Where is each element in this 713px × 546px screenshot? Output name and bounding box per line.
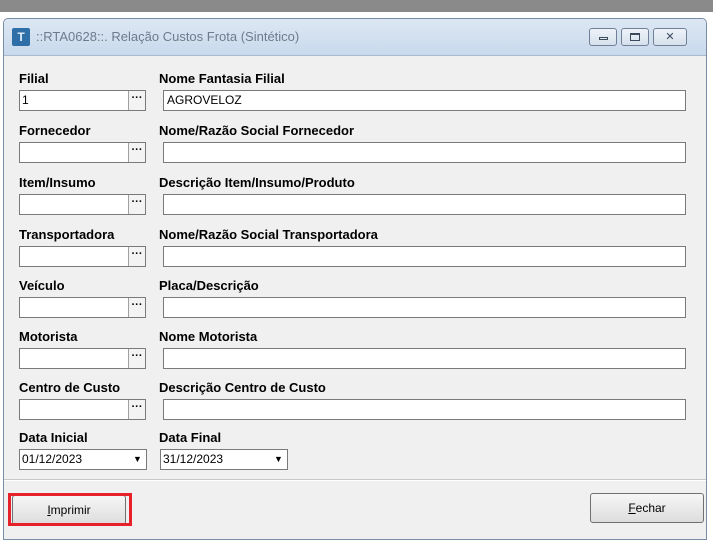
data-inicial-picker[interactable]: 01/12/2023 ▼	[19, 449, 147, 470]
fechar-label-rest: echar	[635, 501, 666, 515]
nome-fantasia-filial-input[interactable]: AGROVELOZ	[163, 90, 686, 111]
veiculo-lookup-button[interactable]: ···	[128, 298, 145, 317]
transportadora-lookup-button[interactable]: ···	[128, 247, 145, 266]
fechar-accelerator: F	[628, 501, 636, 515]
nome-motorista-label: Nome Motorista	[159, 329, 258, 344]
filial-label: Filial	[19, 71, 49, 86]
fornecedor-code-input[interactable]: ···	[19, 142, 146, 163]
item-insumo-label: Item/Insumo	[19, 175, 96, 190]
transportadora-code-input[interactable]: ···	[19, 246, 146, 267]
fornecedor-label: Fornecedor	[19, 123, 91, 138]
report-window: T ::RTA0628::. Relação Custos Frota (Sin…	[3, 18, 707, 540]
chevron-down-icon[interactable]: ▼	[270, 450, 287, 469]
background-band	[0, 0, 713, 12]
centro-de-custo-code-input[interactable]: ···	[19, 399, 146, 420]
veiculo-label: Veículo	[19, 278, 65, 293]
descricao-item-input[interactable]	[163, 194, 686, 215]
fechar-button[interactable]: Fechar	[590, 493, 704, 523]
transportadora-label: Transportadora	[19, 227, 115, 242]
footer-separator	[4, 479, 706, 481]
placa-descricao-label: Placa/Descrição	[159, 278, 259, 293]
descricao-centro-de-custo-input[interactable]	[163, 399, 686, 420]
maximize-icon	[630, 33, 640, 41]
filial-lookup-button[interactable]: ···	[128, 91, 145, 110]
razao-social-transportadora-label: Nome/Razão Social Transportadora	[159, 227, 378, 242]
motorista-lookup-button[interactable]: ···	[128, 349, 145, 368]
filial-code-value: 1	[22, 93, 29, 107]
data-final-label: Data Final	[159, 430, 222, 445]
minimize-button[interactable]	[589, 28, 617, 46]
fornecedor-lookup-button[interactable]: ···	[128, 143, 145, 162]
descricao-centro-de-custo-label: Descrição Centro de Custo	[159, 380, 326, 395]
motorista-code-input[interactable]: ···	[19, 348, 146, 369]
item-insumo-lookup-button[interactable]: ···	[128, 195, 145, 214]
window-title: ::RTA0628::. Relação Custos Frota (Sinté…	[36, 29, 300, 44]
item-insumo-code-input[interactable]: ···	[19, 194, 146, 215]
centro-de-custo-label: Centro de Custo	[19, 380, 121, 395]
nome-motorista-input[interactable]	[163, 348, 686, 369]
data-final-value: 31/12/2023	[163, 452, 224, 466]
data-inicial-label: Data Inicial	[19, 430, 88, 445]
veiculo-code-input[interactable]: ···	[19, 297, 146, 318]
minimize-icon	[598, 37, 608, 40]
close-window-button[interactable]: ✕	[653, 28, 687, 46]
chevron-down-icon[interactable]: ▼	[129, 450, 146, 469]
maximize-button[interactable]	[621, 28, 649, 46]
title-bar[interactable]: T ::RTA0628::. Relação Custos Frota (Sin…	[4, 19, 706, 56]
highlight-annotation	[8, 493, 132, 526]
app-logo-icon: T	[12, 28, 30, 46]
filial-code-input[interactable]: 1 ···	[19, 90, 146, 111]
centro-de-custo-lookup-button[interactable]: ···	[128, 400, 145, 419]
placa-descricao-input[interactable]	[163, 297, 686, 318]
motorista-label: Motorista	[19, 329, 78, 344]
razao-social-fornecedor-input[interactable]	[163, 142, 686, 163]
nome-fantasia-filial-label: Nome Fantasia Filial	[159, 71, 285, 86]
data-inicial-value: 01/12/2023	[22, 452, 83, 466]
data-final-picker[interactable]: 31/12/2023 ▼	[160, 449, 288, 470]
nome-fantasia-filial-value: AGROVELOZ	[167, 93, 242, 107]
descricao-item-label: Descrição Item/Insumo/Produto	[159, 175, 355, 190]
close-icon: ✕	[665, 31, 675, 43]
razao-social-fornecedor-label: Nome/Razão Social Fornecedor	[159, 123, 355, 138]
razao-social-transportadora-input[interactable]	[163, 246, 686, 267]
